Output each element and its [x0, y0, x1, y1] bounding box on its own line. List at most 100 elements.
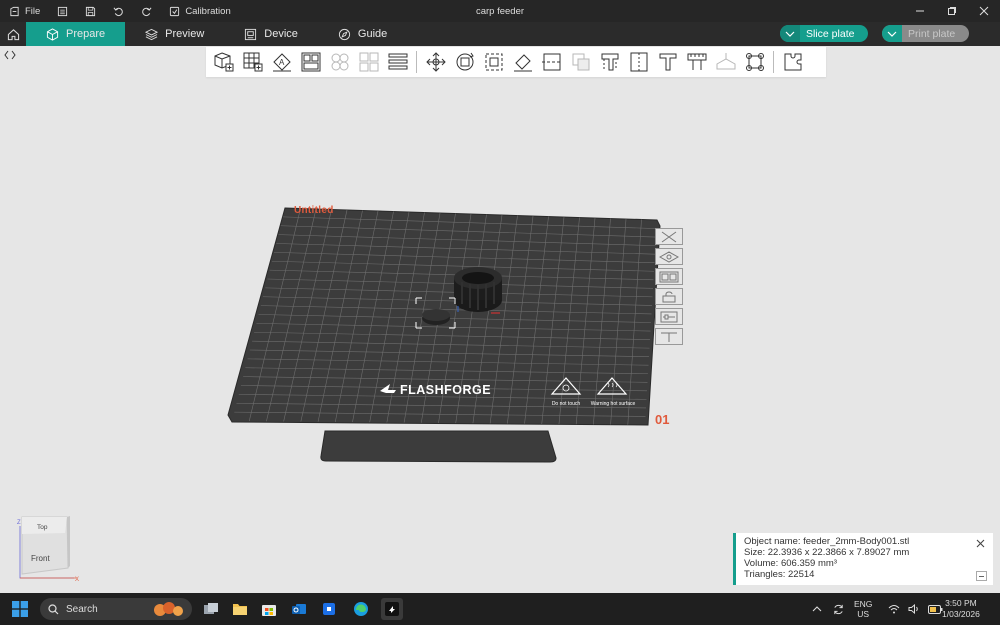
slice-dropdown[interactable] [780, 25, 800, 42]
plate-name-label[interactable]: Untitled [294, 205, 334, 216]
restore-icon [948, 7, 956, 15]
save-button[interactable] [76, 0, 104, 22]
arrange-button[interactable] [296, 48, 325, 76]
home-icon [7, 28, 19, 40]
brim-ears-button[interactable] [740, 48, 769, 76]
taskbar-flashprint[interactable] [381, 598, 403, 620]
assembly-icon [716, 53, 735, 70]
text-button[interactable] [653, 48, 682, 76]
tab-device-label: Device [264, 28, 298, 40]
lay-on-face-button[interactable] [508, 48, 537, 76]
info-close-button[interactable] [974, 537, 987, 550]
tab-prepare[interactable]: Prepare [26, 22, 126, 46]
close-window-button[interactable] [968, 0, 1000, 22]
boolean-button[interactable] [566, 48, 595, 76]
wifi-icon [888, 605, 900, 614]
print-dropdown[interactable] [882, 25, 902, 42]
layers-icon [145, 28, 159, 40]
window-controls [904, 0, 1000, 22]
battery-icon [928, 604, 943, 614]
taskbar-roblox[interactable] [318, 598, 340, 620]
lock-icon [662, 291, 676, 302]
calibration-icon [168, 5, 180, 17]
close-icon [976, 539, 985, 548]
split-parts-icon [359, 52, 378, 72]
cube-icon [46, 27, 59, 41]
os-taskbar: Search ENG US 3:50 PM 1/03/2026 [0, 593, 1000, 625]
plate-settings-button[interactable] [655, 308, 683, 325]
file-menu[interactable]: File [0, 0, 48, 22]
menu-button[interactable] [48, 0, 76, 22]
calibration-label: Calibration [185, 5, 231, 17]
compass-icon [338, 28, 350, 40]
windows-start-icon[interactable] [12, 601, 28, 617]
taskbar-task-view[interactable] [200, 598, 222, 620]
text-tool-icon [659, 53, 676, 71]
home-button[interactable] [0, 22, 26, 46]
redo-button[interactable] [132, 0, 160, 22]
svg-text:A: A [279, 58, 285, 67]
calibration-button[interactable]: Calibration [160, 0, 238, 22]
layers-button[interactable] [383, 48, 412, 76]
rotate-button[interactable] [450, 48, 479, 76]
clock-date: 1/03/2026 [942, 609, 980, 619]
3d-viewport[interactable]: FLASHFORGE Do not touch Warning hot surf… [0, 78, 1000, 593]
input-language[interactable]: ENG US [854, 599, 872, 619]
arrange-plate-button[interactable] [655, 268, 683, 285]
measure-icon [687, 53, 706, 70]
search-highlight-icon [154, 602, 183, 616]
tab-preview[interactable]: Preview [125, 22, 224, 46]
view-cube[interactable]: Top Front Z X [14, 514, 84, 586]
taskbar-search[interactable]: Search [40, 598, 192, 620]
object-triangles: Triangles: 22514 [744, 569, 815, 580]
search-icon [48, 603, 59, 614]
device-icon [245, 28, 257, 40]
slice-plate-label: Slice plate [806, 27, 855, 40]
auto-orient-button[interactable]: A [267, 48, 296, 76]
tab-guide[interactable]: Guide [318, 22, 407, 46]
split-parts-button[interactable] [354, 48, 383, 76]
support-paint-button[interactable] [595, 48, 624, 76]
split-objects-button[interactable] [325, 48, 354, 76]
add-object-button[interactable] [209, 48, 238, 76]
seam-paint-button[interactable] [624, 48, 653, 76]
cut-button[interactable] [537, 48, 566, 76]
chevron-up-icon[interactable] [812, 605, 822, 613]
sync-icon[interactable] [832, 603, 845, 616]
region-code: US [857, 609, 870, 619]
add-plate-button[interactable] [238, 48, 267, 76]
variable-layer-button[interactable] [778, 48, 807, 76]
taskbar-edge[interactable] [350, 598, 372, 620]
measure-button[interactable] [682, 48, 711, 76]
slice-plate-button[interactable]: Slice plate [780, 25, 869, 42]
delete-plate-button[interactable] [655, 228, 683, 245]
undo-button[interactable] [104, 0, 132, 22]
move-button[interactable] [421, 48, 450, 76]
folder-icon [233, 604, 247, 615]
auto-orient-plate-button[interactable] [655, 248, 683, 265]
plate-type-button[interactable] [655, 328, 683, 345]
tab-device[interactable]: Device [224, 22, 318, 46]
minimize-button[interactable] [904, 0, 936, 22]
add-cube-icon [214, 52, 233, 72]
boolean-icon [572, 53, 589, 71]
assembly-button[interactable] [711, 48, 740, 76]
collapse-sidebar-button[interactable] [2, 48, 18, 62]
toolbar-separator [416, 51, 417, 73]
search-label: Search [66, 603, 98, 615]
info-minimize-button[interactable] [976, 571, 987, 581]
print-plate-button[interactable]: Print plate [882, 25, 970, 42]
taskbar-outlook[interactable] [288, 598, 310, 620]
restore-button[interactable] [936, 0, 968, 22]
quick-settings[interactable] [888, 593, 943, 625]
scale-button[interactable] [479, 48, 508, 76]
lock-plate-button[interactable] [655, 288, 683, 305]
menu-icon [56, 5, 68, 17]
taskbar-store[interactable] [258, 598, 280, 620]
roblox-icon [323, 603, 335, 615]
print-plate-label: Print plate [908, 27, 956, 40]
system-tray [812, 593, 845, 625]
taskbar-file-explorer[interactable] [229, 598, 251, 620]
view-cube-top: Top [37, 524, 48, 531]
clock[interactable]: 3:50 PM 1/03/2026 [942, 598, 980, 620]
